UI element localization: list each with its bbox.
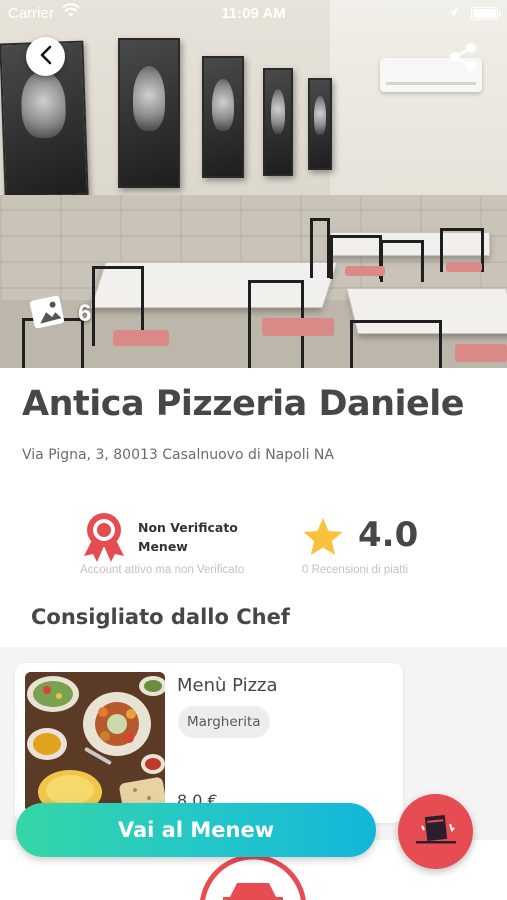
menu-card[interactable]: Menù Pizza Margherita 8,0 € bbox=[15, 663, 403, 823]
menu-card-icon bbox=[414, 810, 458, 854]
image-gallery-icon bbox=[29, 294, 70, 334]
hero-wall-photo bbox=[263, 68, 293, 176]
dish-name: Menù Pizza bbox=[177, 675, 278, 696]
restaurant-name: Antica Pizzeria Daniele bbox=[22, 384, 465, 424]
go-to-menu-label: Vai al Menew bbox=[117, 818, 275, 842]
menu-card-image bbox=[25, 672, 165, 812]
hero-chair-seat bbox=[345, 266, 385, 276]
battery-icon bbox=[471, 7, 501, 20]
photo-gallery-button[interactable]: 6 bbox=[29, 294, 92, 334]
back-button[interactable] bbox=[26, 37, 65, 76]
menu-fab-button[interactable] bbox=[398, 794, 473, 869]
hero-wall-photo bbox=[118, 38, 180, 188]
chevron-left-icon bbox=[39, 45, 53, 69]
hero-chair bbox=[350, 320, 442, 368]
verification-status-line1: Non Verificato bbox=[138, 520, 238, 535]
location-arrow-icon bbox=[447, 6, 459, 23]
section-title: Consigliato dallo Chef bbox=[31, 605, 290, 629]
hero-chair-seat bbox=[113, 330, 169, 346]
verification-status: Non Verificato Menew bbox=[138, 518, 238, 556]
reviews-count[interactable]: 0 Recensioni di piatti bbox=[302, 564, 408, 576]
hero-chair bbox=[380, 240, 424, 282]
award-ribbon-icon bbox=[80, 512, 128, 562]
verification-status-line2: Menew bbox=[138, 539, 188, 554]
hero-chair bbox=[310, 218, 330, 278]
share-icon bbox=[446, 43, 480, 78]
hero-wall-right bbox=[330, 0, 507, 200]
hero-chair-seat bbox=[262, 318, 334, 336]
app-logo-icon[interactable] bbox=[197, 853, 309, 900]
rating-value: 4.0 bbox=[358, 515, 419, 555]
go-to-menu-button[interactable]: Vai al Menew bbox=[16, 803, 376, 857]
restaurant-address[interactable]: Via Pigna, 3, 80013 Casalnuovo di Napoli… bbox=[22, 447, 334, 463]
hero-chair-seat bbox=[455, 344, 507, 362]
photo-count: 6 bbox=[78, 300, 92, 327]
share-button[interactable] bbox=[446, 40, 480, 74]
hero-wall-photo bbox=[308, 78, 332, 170]
hero-chair-seat bbox=[446, 262, 482, 272]
clock: 11:09 AM bbox=[221, 5, 286, 22]
dish-tag: Margherita bbox=[178, 706, 270, 738]
star-icon bbox=[302, 517, 344, 557]
hero-wall-photo bbox=[202, 56, 244, 178]
verification-subtitle: Account attivo ma non Verificato bbox=[80, 564, 245, 576]
status-bar: Carrier 11:09 AM bbox=[0, 0, 507, 28]
